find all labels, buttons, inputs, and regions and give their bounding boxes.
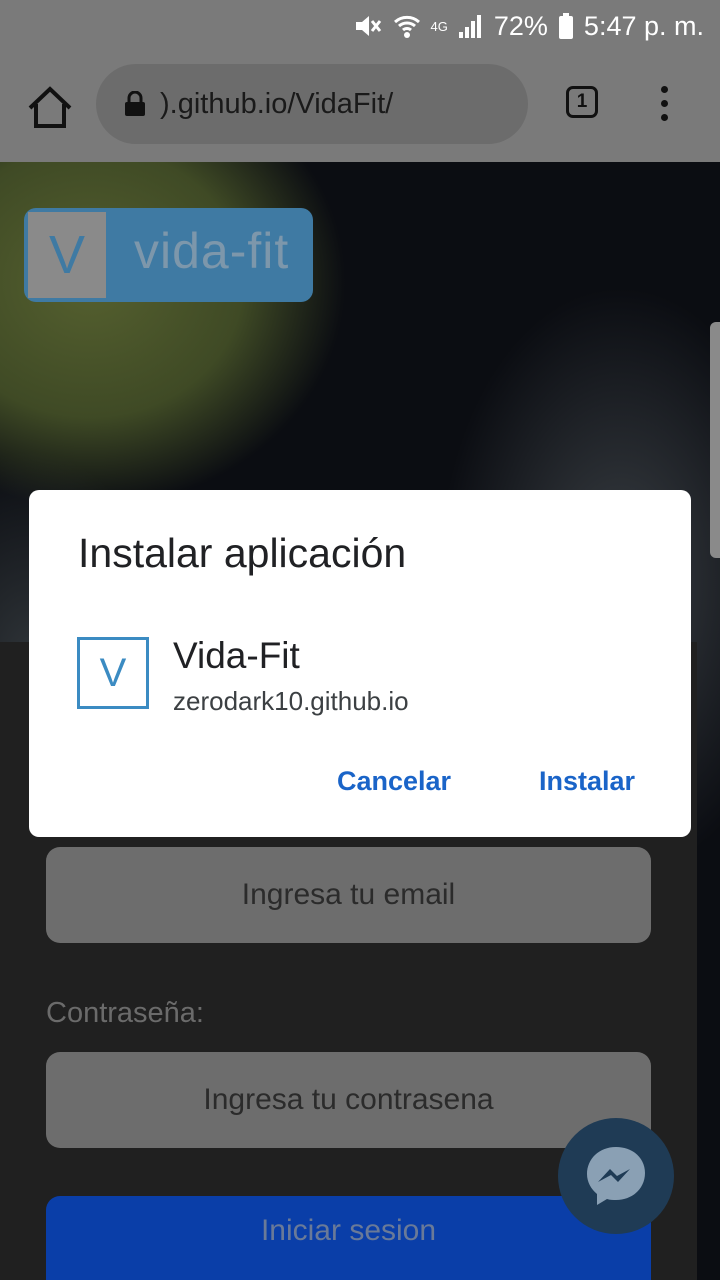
logo-text: vida-fit (134, 223, 290, 279)
email-input[interactable]: Ingresa tu email (46, 847, 651, 943)
tab-switcher-button[interactable]: 1 (566, 86, 598, 118)
network-type: 4G (430, 18, 448, 34)
address-bar[interactable]: ).github.io/VidaFit/ (96, 64, 528, 144)
url-text: ).github.io/VidaFit/ (160, 87, 394, 120)
logo-letter: V (28, 212, 106, 298)
app-url: zerodark10.github.io (173, 686, 409, 716)
password-input[interactable]: Ingresa tu contrasena (46, 1052, 651, 1148)
app-name: Vida-Fit (173, 635, 300, 676)
battery-percent: 72% (493, 10, 548, 41)
dialog-title: Instalar aplicación (78, 530, 407, 576)
wifi-icon (393, 15, 420, 38)
messenger-icon (587, 1147, 645, 1205)
status-bar: 4G 72% 5:47 p. m. (0, 0, 720, 52)
install-app-dialog: Instalar aplicación V Vida-Fit zerodark1… (29, 490, 691, 837)
mute-icon (355, 16, 381, 36)
install-button[interactable]: Instalar (539, 766, 635, 797)
signal-icon (458, 15, 481, 38)
scrollbar[interactable] (710, 322, 720, 558)
cancel-button[interactable]: Cancelar (337, 766, 451, 797)
home-icon[interactable] (24, 82, 76, 134)
login-button[interactable]: Iniciar sesion (46, 1196, 651, 1280)
app-icon: V (77, 637, 149, 709)
lock-icon (125, 91, 145, 116)
browser-toolbar: ).github.io/VidaFit/ 1 (0, 52, 720, 162)
battery-icon (558, 13, 573, 39)
password-label: Contraseña: (46, 997, 204, 1029)
menu-icon[interactable] (652, 86, 676, 126)
messenger-chat-button[interactable] (558, 1118, 674, 1234)
vida-fit-logo: V vida-fit (24, 208, 313, 302)
clock: 5:47 p. m. (583, 10, 704, 41)
